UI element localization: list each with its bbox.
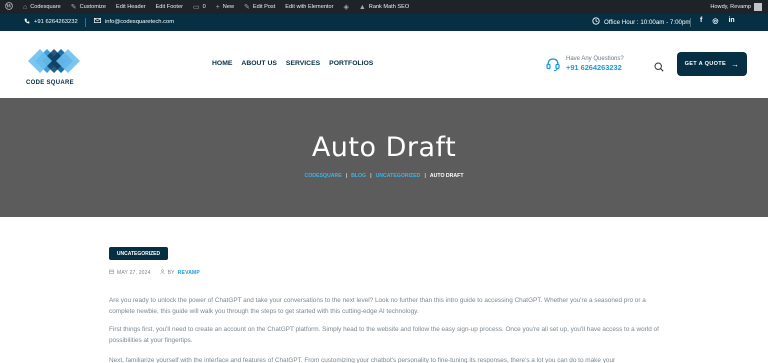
site-header — [0, 31, 768, 98]
breadcrumb-home[interactable]: CODESQUARE — [304, 173, 341, 179]
wordpress-icon: W — [5, 2, 13, 12]
topbar-phone-link[interactable]: +91 6264263232 — [24, 18, 78, 26]
pencil-icon: ✎ — [244, 3, 250, 11]
nav-services[interactable]: SERVICES — [286, 60, 320, 67]
home-icon: ⌂ — [23, 3, 28, 11]
search-icon[interactable] — [654, 59, 664, 72]
facebook-icon[interactable]: f — [700, 17, 702, 25]
customize-link[interactable]: ✎ Customize — [66, 0, 111, 14]
nav-portfolios[interactable]: PORTFOLIOS — [329, 60, 373, 67]
get-a-quote-button[interactable]: GET A QUOTE → — [677, 52, 747, 76]
arrow-right-icon: → — [731, 59, 740, 69]
main-nav: HOME ABOUT US SERVICES PORTFOLIOS — [212, 60, 373, 67]
post-paragraph: First things first, you'll need to creat… — [109, 326, 659, 344]
site-name-label: Codesquare — [30, 4, 61, 10]
logo-text: CODE SQUARE — [26, 80, 74, 86]
breadcrumb-separator: | — [345, 173, 348, 179]
edit-header-link[interactable]: Edit Header — [111, 0, 151, 14]
post-paragraph: Next, familiarize yourself with the inte… — [109, 357, 616, 363]
greeting-text: Howdy, Revamp — [710, 4, 751, 10]
calendar-icon — [109, 269, 114, 276]
new-label: New — [222, 4, 234, 10]
social-links: f ◎ in — [700, 17, 735, 25]
nav-home[interactable]: HOME — [212, 60, 232, 67]
mail-icon — [94, 18, 101, 25]
post-date: MAY 27, 2024 — [117, 269, 151, 276]
edit-elementor-label: Edit with Elementor — [285, 4, 334, 10]
topbar-phone-text: +91 6264263232 — [34, 19, 78, 25]
svg-text:W: W — [5, 4, 12, 10]
office-hours-text: Office Hour : 10:00am - 7:00pm — [604, 18, 691, 26]
headset-icon — [545, 56, 561, 72]
edit-header-label: Edit Header — [116, 4, 146, 10]
wordpress-menu[interactable]: W — [0, 0, 18, 14]
avatar — [754, 3, 762, 11]
nav-about-us[interactable]: ABOUT US — [241, 60, 277, 67]
comment-icon: ▭ — [192, 3, 200, 11]
plus-icon: + — [215, 3, 220, 11]
topbar-email-text: info@codesquaretech.com — [105, 18, 175, 25]
top-info-bar: +91 6264263232 info@codesquaretech.com O… — [0, 14, 768, 31]
post-author-link[interactable]: REVAMP — [178, 270, 200, 276]
linkedin-icon[interactable]: in — [728, 17, 734, 25]
topbar-divider — [85, 18, 86, 27]
contact-question: Have Any Questions? — [566, 56, 624, 62]
quote-button-label: GET A QUOTE — [684, 61, 727, 67]
elementor-menu[interactable]: ◈ — [338, 0, 353, 14]
new-content-link[interactable]: + New — [211, 0, 239, 14]
brush-icon: ✎ — [70, 3, 77, 11]
customize-label: Customize — [79, 4, 107, 10]
breadcrumb-blog[interactable]: BLOG — [351, 173, 366, 179]
contact-phone-link[interactable]: +91 6264263232 — [566, 63, 622, 72]
breadcrumb-current: AUTO DRAFT — [429, 173, 464, 179]
edit-post-label: Edit Post — [252, 4, 276, 10]
clock-icon — [592, 17, 600, 27]
breadcrumb-category[interactable]: UNCATEGORIZED — [376, 173, 421, 179]
breadcrumb: CODESQUARE | BLOG | UNCATEGORIZED | AUTO… — [0, 173, 768, 179]
elementor-icon: ◈ — [343, 3, 349, 11]
phone-icon — [24, 18, 30, 26]
edit-footer-label: Edit Footer — [155, 4, 183, 10]
post-meta: MAY 27, 2024 BY REVAMP — [109, 269, 200, 276]
comments-link[interactable]: ▭ 0 — [188, 0, 211, 14]
edit-elementor-link[interactable]: Edit with Elementor — [280, 0, 338, 14]
topbar-divider — [690, 18, 691, 27]
site-name-link[interactable]: ⌂ Codesquare — [18, 0, 66, 14]
rank-math-label: Rank Math SEO — [368, 4, 410, 10]
office-hours: Office Hour : 10:00am - 7:00pm — [592, 17, 691, 27]
comments-count: 0 — [202, 4, 206, 10]
post-paragraph: Are you ready to unlock the power of Cha… — [109, 297, 646, 315]
breadcrumb-separator: | — [370, 173, 372, 179]
breadcrumb-separator: | — [424, 173, 426, 179]
page-title: Auto Draft — [311, 132, 457, 163]
instagram-icon[interactable]: ◎ — [712, 17, 718, 25]
user-icon — [159, 269, 165, 276]
topbar-email-link[interactable]: info@codesquaretech.com — [94, 18, 174, 25]
rank-math-menu[interactable]: ▲ Rank Math SEO — [354, 0, 414, 14]
post-by-label: BY — [167, 269, 175, 276]
wp-admin-bar: W ⌂ Codesquare ✎ Customize Edit Header E… — [0, 0, 768, 14]
edit-post-link[interactable]: ✎ Edit Post — [239, 0, 280, 14]
account-menu[interactable]: Howdy, Revamp — [710, 3, 768, 11]
rankmath-icon: ▲ — [358, 3, 366, 11]
edit-footer-link[interactable]: Edit Footer — [151, 0, 188, 14]
category-badge[interactable]: UNCATEGORIZED — [109, 247, 168, 260]
